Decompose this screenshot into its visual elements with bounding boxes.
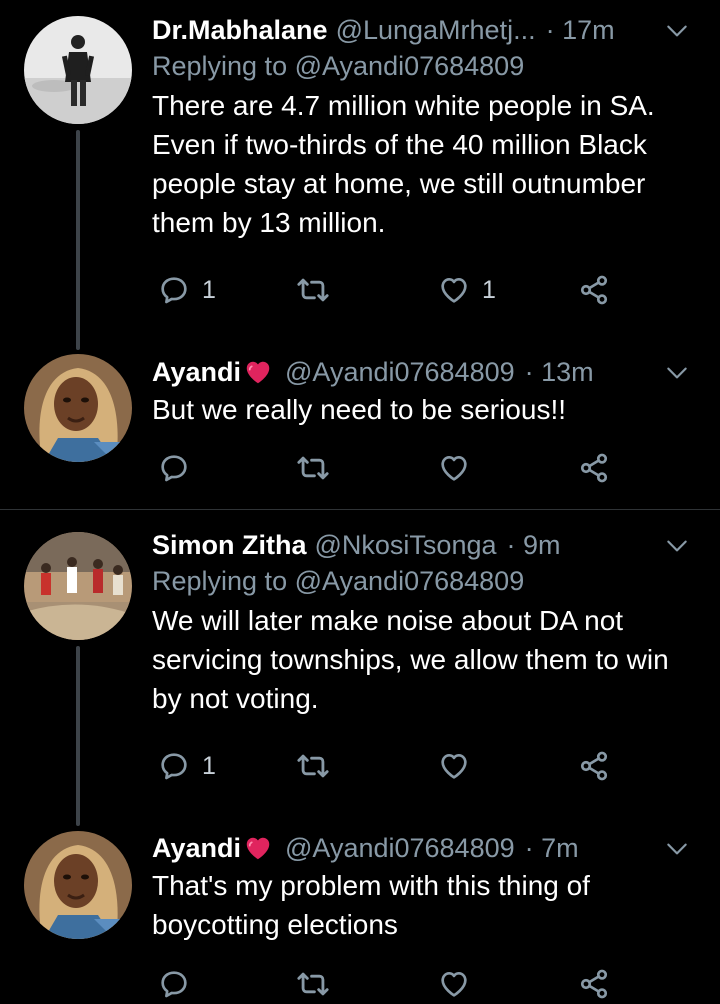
avatar-ayandi[interactable] [24,354,132,462]
chevron-down-icon[interactable] [664,836,690,862]
retweet-icon [296,967,330,1001]
heart-outline-icon [438,750,470,782]
heart-outline-icon [438,968,470,1000]
tweet-header: Ayandi @Ayandi07684809 · 13m [152,354,700,390]
tweet-text: That's my problem with this thing of boy… [152,870,590,940]
replying-to-label: Replying to [152,51,288,81]
heart-outline-icon [438,274,470,306]
retweet-button[interactable] [296,964,342,1004]
reply-count: 1 [202,275,216,304]
author-handle[interactable]: @NkosiTsonga [315,527,497,563]
avatar-photo-icon [24,532,132,640]
tweet-actions: 1 1 [152,270,672,310]
share-button[interactable] [578,270,610,310]
tweet-header: Simon Zitha @NkosiTsonga · 9m [152,527,700,563]
author-name[interactable]: Ayandi [152,354,241,390]
reply-button[interactable] [158,964,202,1004]
avatar-photo-icon [24,16,132,124]
like-button[interactable] [438,746,482,786]
tweet-time: · 13m [524,357,594,387]
tweet-actions [152,448,672,488]
tweet-time: · 9m [506,530,561,560]
share-icon [578,274,610,306]
avatar-ayandi[interactable] [24,831,132,939]
avatar-dr-mabhalane[interactable] [24,16,132,124]
share-icon [578,750,610,782]
share-button[interactable] [578,448,610,488]
author-handle[interactable]: @LungaMrhetj... [336,12,536,48]
like-button[interactable] [438,964,482,1004]
tweet-time: · 7m [524,833,579,863]
author-handle[interactable]: @Ayandi07684809 [285,354,515,390]
speech-bubble-icon [158,452,190,484]
replying-to-label: Replying to [152,566,288,596]
thread-line [76,646,80,826]
replying-to-handle[interactable]: @Ayandi07684809 [295,51,525,81]
speech-bubble-icon [158,274,190,306]
speech-bubble-icon [158,750,190,782]
author-name[interactable]: Simon Zitha [152,527,307,563]
tweet-separator [0,509,720,510]
red-heart-emoji-icon [243,357,273,387]
author-name[interactable]: Dr.Mabhalane [152,12,328,48]
share-icon [578,452,610,484]
chevron-down-icon[interactable] [664,18,690,44]
retweet-button[interactable] [296,448,342,488]
share-button[interactable] [578,746,610,786]
share-icon [578,968,610,1000]
thread-line [76,130,80,350]
replying-to-handle[interactable]: @Ayandi07684809 [295,566,525,596]
speech-bubble-icon [158,968,190,1000]
tweet-header: Dr.Mabhalane @LungaMrhetj... · 17m [152,12,700,48]
chevron-down-icon[interactable] [664,533,690,559]
author-name[interactable]: Ayandi [152,830,241,866]
tweet-text: But we really need to be serious!! [152,394,567,425]
like-button[interactable] [438,448,482,488]
heart-outline-icon [438,452,470,484]
tweet-text: There are 4.7 million white people in SA… [152,90,655,238]
like-button[interactable]: 1 [438,270,496,310]
tweet-actions [152,964,672,1004]
retweet-icon [296,451,330,485]
share-button[interactable] [578,964,610,1004]
retweet-icon [296,273,330,307]
retweet-icon [296,749,330,783]
like-count: 1 [482,275,496,304]
retweet-button[interactable] [296,746,342,786]
chevron-down-icon[interactable] [664,360,690,386]
replying-to: Replying to @Ayandi07684809 [152,48,700,86]
replying-to: Replying to @Ayandi07684809 [152,563,700,601]
avatar-photo-icon [24,831,132,939]
avatar-simon-zitha[interactable] [24,532,132,640]
reply-count: 1 [202,751,216,780]
tweet-header: Ayandi @Ayandi07684809 · 7m [152,830,700,866]
tweet-actions: 1 [152,746,672,786]
red-heart-emoji-icon [243,833,273,863]
tweet-text: We will later make noise about DA not se… [152,605,669,714]
reply-button[interactable]: 1 [158,746,216,786]
reply-button[interactable] [158,448,202,488]
retweet-button[interactable] [296,270,342,310]
author-handle[interactable]: @Ayandi07684809 [285,830,515,866]
reply-button[interactable]: 1 [158,270,216,310]
tweet-time: · 17m [545,15,615,45]
avatar-photo-icon [24,354,132,462]
